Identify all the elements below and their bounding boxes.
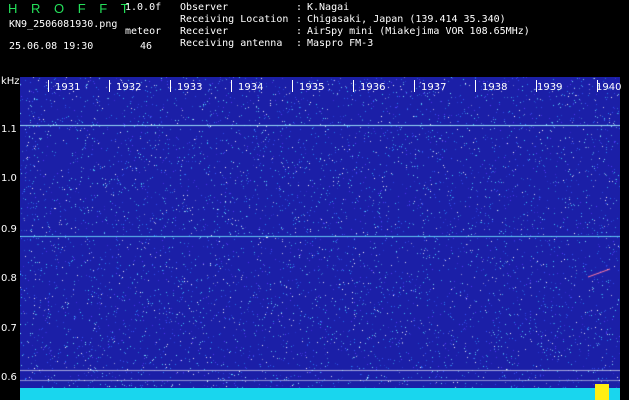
hrofft-window: H R O F F T 1.0.0f KN9_2506081930.png me… [0,0,629,400]
spectrogram-plot [20,77,620,400]
yellow-marker [595,384,609,400]
app-title: H R O F F T [8,1,134,16]
x-tick-label: 1938 [482,82,508,93]
y-tick-label: 0.8 [1,273,17,284]
spectrogram-canvas [20,77,620,400]
x-tick [475,80,476,92]
meta-label-location: Receiving Location [180,14,289,25]
meta-label-antenna: Receiving antenna [180,38,283,49]
x-tick-label: 1939 [537,82,563,93]
x-tick [231,80,232,92]
x-tick-label: 1936 [360,82,386,93]
meta-value-receiver: AirSpy mini (Miakejima VOR 108.65MHz) [307,26,530,37]
y-tick-label: 1.1 [1,124,17,135]
x-tick-label: 1934 [238,82,264,93]
x-tick-label: 1932 [116,82,142,93]
y-tick-label: 1.0 [1,173,17,184]
meta-colon: : [296,14,303,25]
meta-value-location: Chigasaki, Japan (139.414 35.340) [307,14,506,25]
meta-colon: : [296,38,303,49]
version-label: 1.0.0f [125,2,162,13]
x-tick [170,80,171,92]
x-tick-label: 1933 [177,82,203,93]
meta-label-observer: Observer [180,2,229,13]
x-tick [292,80,293,92]
y-axis-unit: kHz [1,76,20,87]
count-label: 46 [140,41,153,52]
bottom-band [20,388,620,400]
x-tick [353,80,354,92]
meta-value-observer: K.Nagai [307,2,350,13]
x-tick-label: 1937 [421,82,447,93]
y-tick-label: 0.9 [1,224,17,235]
filename-label: KN9_2506081930.png [9,19,118,30]
meta-value-antenna: Maspro FM-3 [307,38,374,49]
x-tick-label: 1940 [596,82,622,93]
x-tick [109,80,110,92]
x-tick [48,80,49,92]
meta-colon: : [296,26,303,37]
meta-colon: : [296,2,303,13]
y-tick-label: 0.6 [1,372,17,383]
y-tick-label: 0.7 [1,323,17,334]
timestamp-label: 25.06.08 19:30 [9,41,94,52]
meta-label-receiver: Receiver [180,26,229,37]
x-tick-label: 1931 [55,82,81,93]
x-tick [414,80,415,92]
x-tick-label: 1935 [299,82,325,93]
mode-label: meteor [125,26,162,37]
